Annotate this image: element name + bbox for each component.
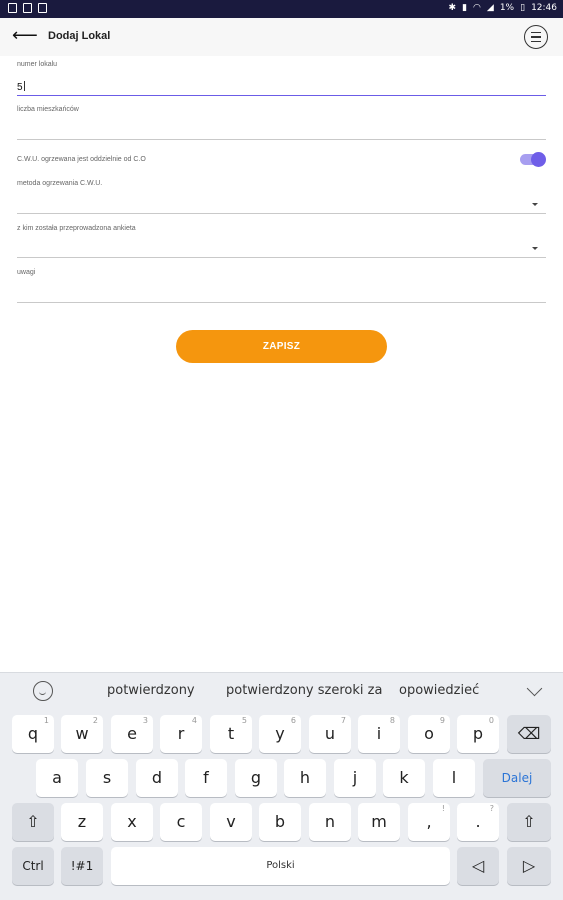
key-q[interactable]: q1 <box>12 715 54 753</box>
key-a[interactable]: a <box>36 759 78 797</box>
dropdown-arrow-icon <box>532 203 538 206</box>
wifi-icon: ◠ <box>473 3 481 13</box>
key-v[interactable]: v <box>210 803 252 841</box>
numer-lokalu-label: numer lokalu <box>17 61 58 68</box>
key-b[interactable]: b <box>259 803 301 841</box>
key-w[interactable]: w2 <box>61 715 103 753</box>
status-bar: ✱ ▮ ◠ ◢ 1% ▯ 12:46 <box>0 0 563 18</box>
emoji-icon[interactable] <box>33 681 53 701</box>
key-k[interactable]: k <box>383 759 425 797</box>
period-key[interactable]: .? <box>457 803 499 841</box>
clock: 12:46 <box>531 3 557 13</box>
key-x[interactable]: x <box>111 803 153 841</box>
key-m[interactable]: m <box>358 803 400 841</box>
key-t[interactable]: t5 <box>210 715 252 753</box>
symbols-key[interactable]: !#1 <box>61 847 103 885</box>
liczba-mieszkancow-field[interactable]: liczba mieszkańców <box>17 106 546 142</box>
cwu-toggle-row: C.W.U. ogrzewana jest oddzielnie od C.O <box>17 152 546 168</box>
metoda-ogrzewania-select[interactable]: metoda ogrzewania C.W.U. <box>17 180 546 216</box>
notification-icon <box>8 3 17 13</box>
key-u[interactable]: u7 <box>309 715 351 753</box>
backspace-key[interactable]: ⌫ <box>507 715 551 753</box>
key-l[interactable]: l <box>433 759 475 797</box>
vibrate-icon: ▮ <box>462 3 468 13</box>
key-i[interactable]: i8 <box>358 715 400 753</box>
signal-icon: ◢ <box>486 3 494 13</box>
metoda-ogrzewania-label: metoda ogrzewania C.W.U. <box>17 180 103 187</box>
suggestion-2[interactable]: potwierdzony szeroki za <box>226 683 382 698</box>
key-h[interactable]: h <box>284 759 326 797</box>
shift-icon: ⇧ <box>522 812 536 831</box>
cursor-right-key[interactable]: ▷ <box>507 847 551 885</box>
numer-lokalu-field[interactable]: numer lokalu 5 <box>17 61 546 98</box>
key-n[interactable]: n <box>309 803 351 841</box>
liczba-mieszkancow-label: liczba mieszkańców <box>17 106 79 113</box>
ctrl-key[interactable]: Ctrl <box>12 847 54 885</box>
key-c[interactable]: c <box>160 803 202 841</box>
cursor-left-key[interactable]: ◁ <box>457 847 499 885</box>
key-d[interactable]: d <box>136 759 178 797</box>
save-button[interactable]: ZAPISZ <box>176 330 387 363</box>
key-e[interactable]: e3 <box>111 715 153 753</box>
shift-icon: ⇧ <box>26 812 40 831</box>
key-o[interactable]: o9 <box>408 715 450 753</box>
liczba-mieszkancow-underline <box>17 139 546 140</box>
key-p[interactable]: p0 <box>457 715 499 753</box>
ankieta-select[interactable]: z kim została przeprowadzona ankieta <box>17 225 546 261</box>
back-arrow-icon[interactable]: ⟵ <box>12 24 38 46</box>
dropdown-arrow-icon <box>532 247 538 250</box>
suggestion-1[interactable]: potwierdzony <box>107 683 195 698</box>
bluetooth-icon: ✱ <box>448 3 457 13</box>
numer-lokalu-value: 5 <box>17 82 23 93</box>
app-bar: ⟵ Dodaj Lokal <box>0 18 563 56</box>
uwagi-field[interactable]: uwagi <box>17 269 546 305</box>
soft-keyboard: potwierdzony potwierdzony szeroki za opo… <box>0 672 563 900</box>
uwagi-label: uwagi <box>17 269 36 276</box>
ankieta-underline <box>17 257 546 258</box>
battery-text: 1% <box>499 3 515 13</box>
uwagi-underline <box>17 302 546 303</box>
metoda-ogrzewania-underline <box>17 213 546 214</box>
key-y[interactable]: y6 <box>259 715 301 753</box>
download-icon <box>38 3 47 13</box>
text-cursor <box>23 81 25 91</box>
cwu-toggle-label: C.W.U. ogrzewana jest oddzielnie od C.O <box>17 156 146 163</box>
ankieta-label: z kim została przeprowadzona ankieta <box>17 225 136 232</box>
shift-key[interactable]: ⇧ <box>12 803 54 841</box>
key-j[interactable]: j <box>334 759 376 797</box>
suggestion-bar: potwierdzony potwierdzony szeroki za opo… <box>0 673 563 709</box>
next-key[interactable]: Dalej <box>483 759 551 797</box>
toggle-knob <box>531 152 546 167</box>
suggestion-3[interactable]: opowiedzieć <box>399 683 479 698</box>
cwu-toggle-switch[interactable] <box>520 152 546 167</box>
key-f[interactable]: f <box>185 759 227 797</box>
page-title: Dodaj Lokal <box>48 30 111 42</box>
key-z[interactable]: z <box>61 803 103 841</box>
numer-lokalu-underline <box>17 95 546 96</box>
key-r[interactable]: r4 <box>160 715 202 753</box>
shift-key-right[interactable]: ⇧ <box>507 803 551 841</box>
battery-icon: ▯ <box>520 3 526 13</box>
key-s[interactable]: s <box>86 759 128 797</box>
triangle-left-icon: ◁ <box>471 856 485 875</box>
space-key[interactable]: Polski <box>111 847 450 885</box>
image-icon <box>23 3 32 13</box>
triangle-right-icon: ▷ <box>522 856 536 875</box>
chevron-down-icon[interactable] <box>526 680 543 697</box>
key-g[interactable]: g <box>235 759 277 797</box>
menu-icon[interactable] <box>524 25 548 49</box>
backspace-icon: ⌫ <box>517 724 541 743</box>
comma-key[interactable]: ,! <box>408 803 450 841</box>
